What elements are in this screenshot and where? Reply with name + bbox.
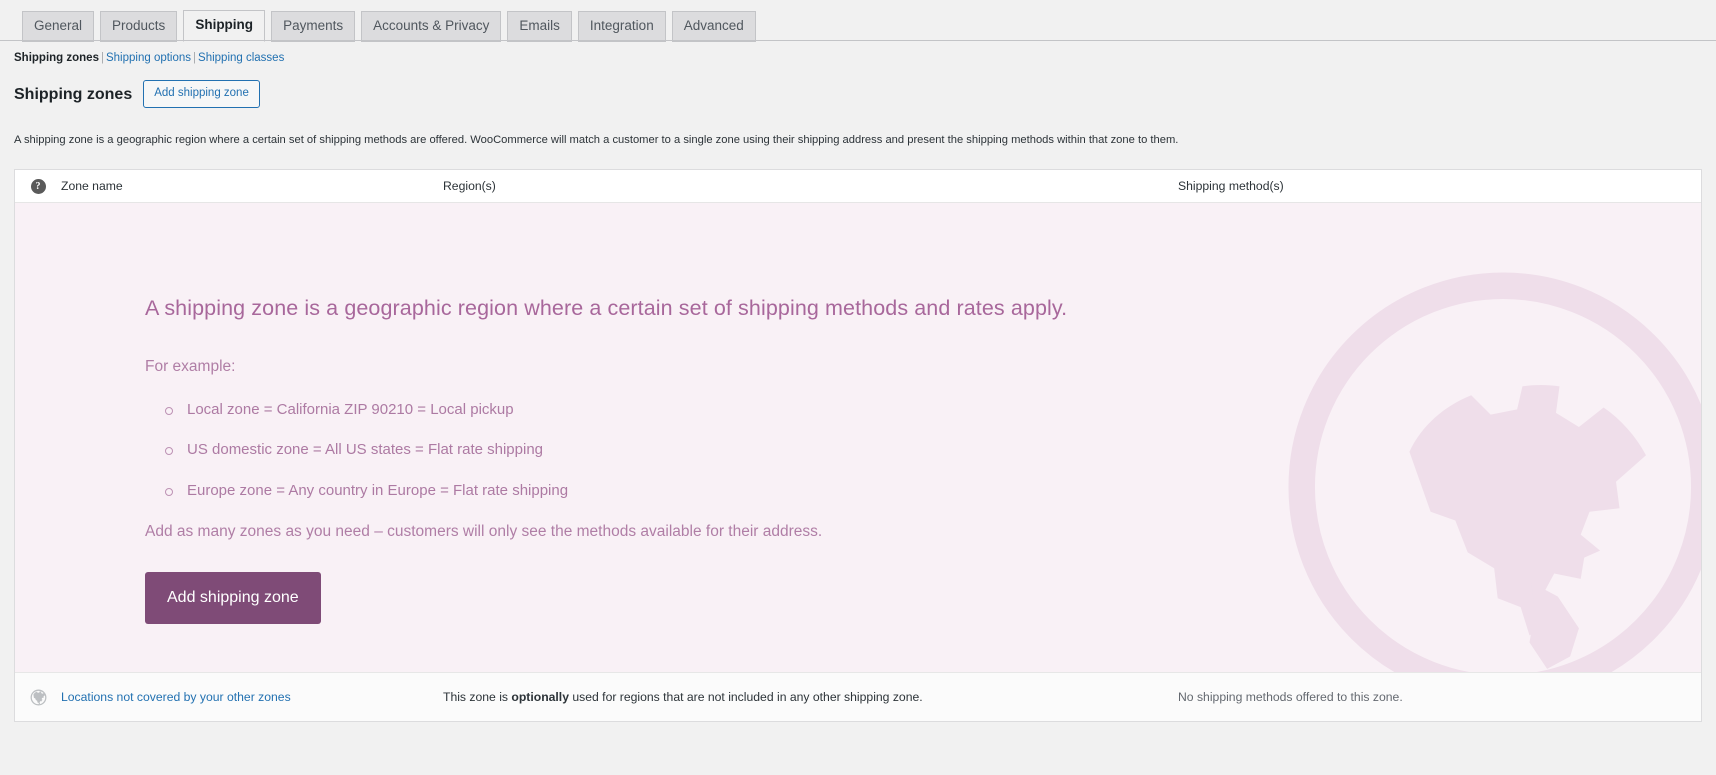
- page-header: Shipping zones Add shipping zone: [0, 66, 1716, 109]
- page-description: A shipping zone is a geographic region w…: [14, 134, 1179, 147]
- empty-state-closing-text: Add as many zones as you need – customer…: [145, 523, 823, 541]
- tab-payments[interactable]: Payments: [271, 11, 356, 42]
- globe-icon: [30, 689, 46, 706]
- tab-advanced[interactable]: Advanced: [671, 11, 756, 42]
- shipping-subnav: Shipping zones | Shipping options | Shipping…: [0, 41, 1716, 66]
- subnav-separator-2: |: [193, 52, 197, 64]
- list-item: Europe zone = Any country in Europe = Fl…: [165, 481, 1701, 501]
- empty-state-heading: A shipping zone is a geographic region w…: [145, 296, 1068, 321]
- subnav-item-shipping-classes[interactable]: Shipping classes: [198, 52, 284, 64]
- subnav-item-shipping-zones[interactable]: Shipping zones: [14, 52, 99, 64]
- tab-products[interactable]: Products: [100, 11, 178, 42]
- fallback-zone-region-cell: This zone is optionally used for regions…: [443, 688, 1178, 706]
- subnav-separator-1: |: [100, 52, 104, 64]
- column-header-shipping-methods: Shipping method(s): [1178, 179, 1284, 194]
- fallback-zone-name-cell: Locations not covered by your other zone…: [61, 688, 443, 706]
- fallback-zone-methods-text: No shipping methods offered to this zone…: [1178, 690, 1403, 705]
- fallback-zone-note: This zone is optionally used for regions…: [443, 690, 923, 704]
- shipping-zones-table: ? Zone name Region(s) Shipping method(s)…: [14, 169, 1702, 723]
- list-item: Local zone = California ZIP 90210 = Loca…: [165, 400, 1701, 420]
- empty-state-example-label: For example:: [145, 358, 236, 376]
- settings-tab-bar: General Products Shipping Payments Accou…: [0, 0, 1716, 42]
- subnav-item-shipping-options[interactable]: Shipping options: [106, 52, 191, 64]
- tab-accounts-privacy[interactable]: Accounts & Privacy: [361, 11, 502, 42]
- table-header-row: ? Zone name Region(s) Shipping method(s): [15, 170, 1701, 204]
- tab-general[interactable]: General: [22, 11, 95, 42]
- list-item: US domestic zone = All US states = Flat …: [165, 440, 1701, 460]
- add-shipping-zone-button-primary[interactable]: Add shipping zone: [145, 572, 321, 625]
- tab-integration[interactable]: Integration: [577, 11, 666, 42]
- fallback-note-suffix: used for regions that are not included i…: [568, 690, 923, 705]
- empty-state-content: A shipping zone is a geographic region w…: [15, 203, 1701, 625]
- column-header-zone-name: Zone name: [61, 179, 123, 194]
- tab-emails[interactable]: Emails: [507, 11, 572, 42]
- empty-state-example-list: Local zone = California ZIP 90210 = Loca…: [145, 400, 1701, 501]
- sort-column-header: ?: [15, 178, 61, 194]
- fallback-zone-icon-cell: [15, 689, 61, 706]
- fallback-note-emphasis: optionally: [511, 690, 569, 705]
- question-mark-icon[interactable]: ?: [30, 178, 46, 194]
- locations-not-covered-link[interactable]: Locations not covered by your other zone…: [61, 690, 291, 704]
- fallback-zone-methods-cell: No shipping methods offered to this zone…: [1178, 688, 1701, 706]
- page-title: Shipping zones: [14, 85, 133, 103]
- empty-state-panel: A shipping zone is a geographic region w…: [15, 203, 1701, 674]
- table-row: Locations not covered by your other zone…: [15, 673, 1701, 722]
- add-shipping-zone-button-top[interactable]: Add shipping zone: [143, 80, 260, 109]
- column-header-regions: Region(s): [443, 179, 496, 194]
- tab-list: General Products Shipping Payments Accou…: [22, 9, 1716, 42]
- tab-shipping[interactable]: Shipping: [183, 10, 266, 42]
- fallback-note-prefix: This zone is: [443, 690, 512, 705]
